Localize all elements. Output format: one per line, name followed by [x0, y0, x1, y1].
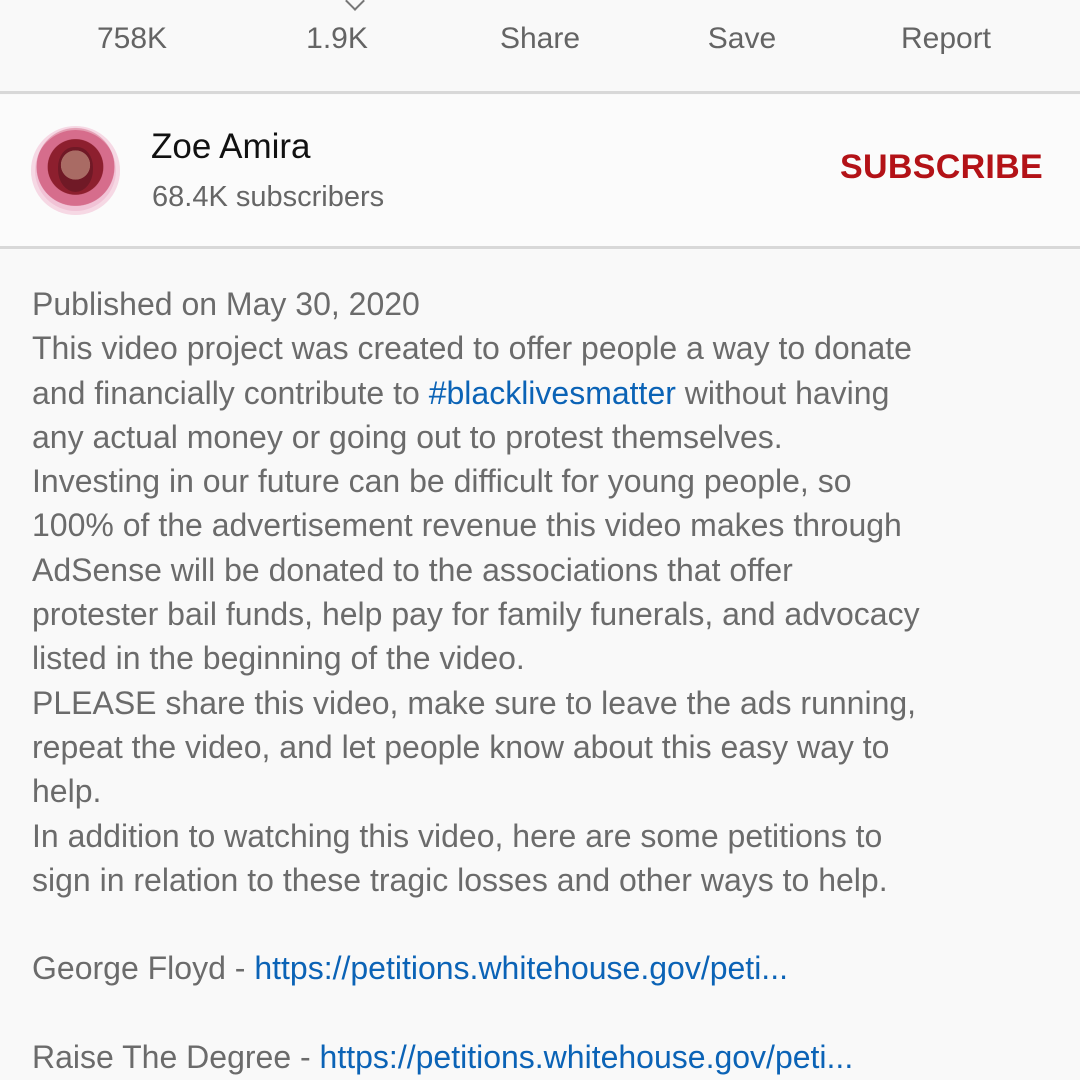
petition-link[interactable]: https://petitions.whitehouse.gov/peti...: [254, 950, 788, 986]
description-line: help.: [32, 773, 102, 810]
like-button[interactable]: 758K: [42, 18, 222, 60]
description-line: 100% of the advertisement revenue this v…: [32, 507, 902, 544]
top-divider: [0, 91, 1080, 94]
share-button[interactable]: Share: [450, 18, 630, 60]
channel-name[interactable]: Zoe Amira: [151, 125, 311, 169]
video-action-bar: 758K 1.9K Share Save Report: [0, 0, 1080, 92]
petition-label: George Floyd -: [32, 950, 255, 987]
dislike-icon[interactable]: [345, 0, 365, 11]
save-button[interactable]: Save: [652, 18, 832, 60]
description-line: This video project was created to offer …: [32, 330, 912, 367]
description-line: any actual money or going out to protest…: [32, 418, 783, 455]
petition-label: Raise The Degree -: [32, 1039, 320, 1076]
description-line: protester bail funds, help pay for famil…: [32, 596, 920, 633]
description-line: without having: [675, 374, 890, 411]
dislike-button[interactable]: 1.9K: [247, 18, 427, 60]
petition-link[interactable]: https://petitions.whitehouse.gov/peti...: [320, 1039, 854, 1075]
description-line: PLEASE share this video, make sure to le…: [32, 684, 917, 721]
avatar[interactable]: [31, 126, 120, 215]
description-line: AdSense will be donated to the associati…: [32, 551, 793, 588]
description-line: sign in relation to these tragic losses …: [32, 861, 888, 898]
report-button[interactable]: Report: [856, 18, 1036, 60]
description-line: Investing in our future can be difficult…: [32, 463, 852, 500]
video-description: Published on May 30, 2020 This video pro…: [32, 282, 1062, 1079]
publish-date: Published on May 30, 2020: [32, 286, 420, 322]
description-line: In addition to watching this video, here…: [32, 817, 883, 854]
channel-row: Zoe Amira 68.4K subscribers SUBSCRIBE: [0, 95, 1080, 247]
description-line: repeat the video, and let people know ab…: [32, 728, 890, 765]
description-line: and financially contribute to: [32, 374, 429, 411]
subscribe-button[interactable]: SUBSCRIBE: [840, 146, 1043, 188]
description-line: listed in the beginning of the video.: [32, 640, 525, 677]
channel-divider: [0, 246, 1080, 249]
subscriber-count: 68.4K subscribers: [152, 181, 385, 213]
hashtag-link[interactable]: #blacklivesmatter: [429, 375, 676, 411]
